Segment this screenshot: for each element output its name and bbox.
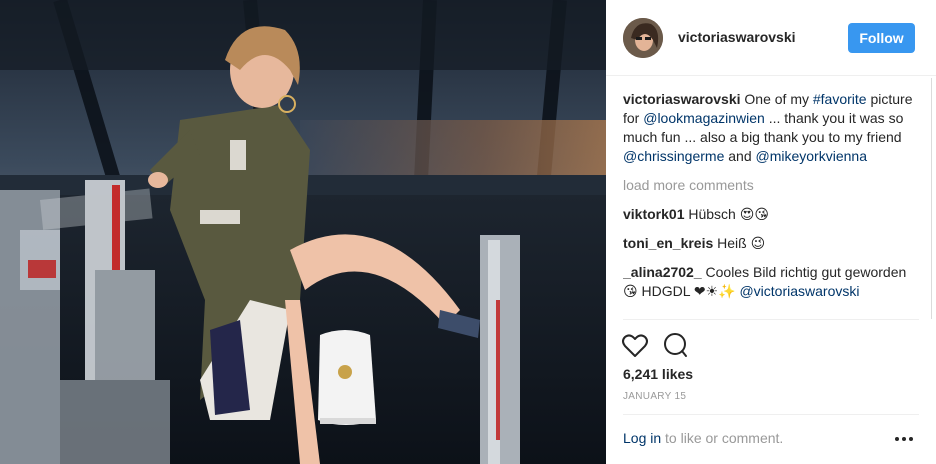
- caption-hashtag[interactable]: #favorite: [813, 91, 867, 107]
- comments-scrollbar[interactable]: [931, 78, 932, 319]
- action-bar: [620, 330, 690, 360]
- comments-list: victoriaswarovski One of my #favorite pi…: [623, 90, 923, 320]
- likes-count[interactable]: 6,241 likes: [623, 366, 693, 382]
- comment-item: _alina2702_ Cooles Bild richtig gut gewo…: [623, 263, 923, 301]
- caption-mention-mike[interactable]: @mikeyorkvienna: [756, 148, 867, 164]
- follow-button[interactable]: Follow: [848, 23, 915, 53]
- divider: [623, 414, 919, 415]
- instagram-post: victoriaswarovski Follow victoriaswarovs…: [0, 0, 936, 464]
- caption-mention-chris[interactable]: @chrissingerme: [623, 148, 724, 164]
- avatar-image: [623, 18, 663, 58]
- caption-username[interactable]: victoriaswarovski: [623, 91, 741, 107]
- post-author-username[interactable]: victoriaswarovski: [678, 29, 796, 45]
- caption: victoriaswarovski One of my #favorite pi…: [623, 90, 923, 166]
- login-prompt-text: to like or comment.: [661, 430, 784, 446]
- load-more-comments-link[interactable]: load more comments: [623, 176, 923, 195]
- comment-username[interactable]: viktork01: [623, 206, 684, 222]
- caption-mention-look[interactable]: @lookmagazinwien: [643, 110, 765, 126]
- comment-username[interactable]: _alina2702_: [623, 264, 702, 280]
- post-header: victoriaswarovski Follow: [606, 0, 936, 76]
- post-date[interactable]: JANUARY 15: [623, 391, 686, 402]
- fashion-photo-illustration: [0, 0, 606, 464]
- login-prompt: Log in to like or comment.: [623, 430, 783, 446]
- comment-mention[interactable]: @victoriaswarovski: [739, 283, 859, 299]
- comment-username[interactable]: toni_en_kreis: [623, 235, 713, 251]
- divider: [623, 319, 919, 320]
- post-photo[interactable]: [0, 0, 606, 464]
- avatar[interactable]: [623, 18, 663, 58]
- caption-text-1: One of my: [740, 91, 813, 107]
- comment-icon[interactable]: [660, 330, 690, 360]
- heart-icon[interactable]: [620, 330, 650, 360]
- comment-text: Hübsch 😍😘: [688, 206, 769, 222]
- post-side-panel: victoriaswarovski Follow victoriaswarovs…: [606, 0, 936, 464]
- comment-item: viktork01 Hübsch 😍😘: [623, 205, 923, 224]
- comment-item: toni_en_kreis Heiß 😉: [623, 234, 923, 253]
- more-options-icon[interactable]: [892, 430, 916, 448]
- login-link[interactable]: Log in: [623, 430, 661, 446]
- comment-text: Heiß 😉: [717, 235, 766, 251]
- caption-text-4: and: [724, 148, 756, 164]
